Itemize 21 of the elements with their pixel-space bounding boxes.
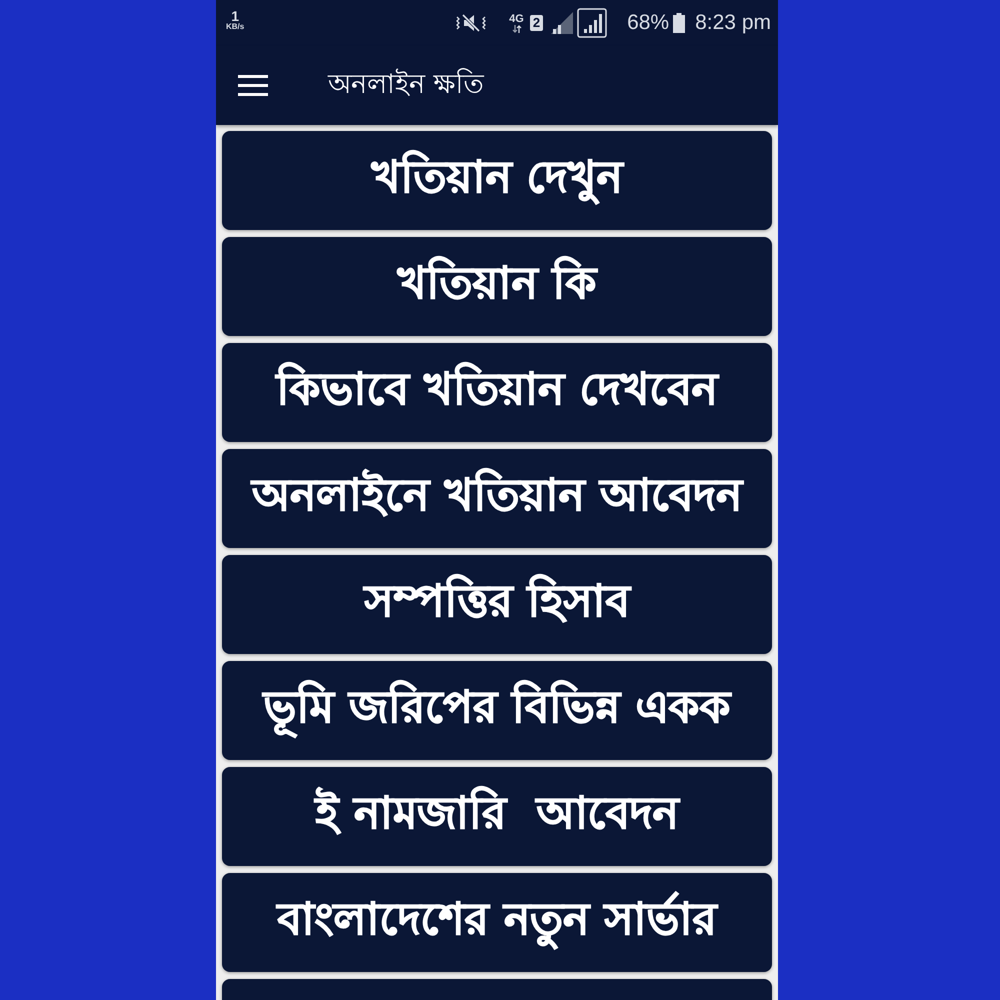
battery-icon bbox=[673, 13, 686, 33]
menu-item-button[interactable]: ই নামজারি আবেদন bbox=[222, 767, 772, 866]
menu-item-button[interactable]: কিভাবে খতিয়ান দেখবেন bbox=[222, 343, 772, 442]
menu-item-button[interactable]: ভূমি জরিপের বিভিন্ন একক bbox=[222, 661, 772, 760]
signal-icon bbox=[551, 12, 574, 34]
signal-icon bbox=[577, 8, 608, 38]
clock-time: 8:23 pm bbox=[695, 11, 771, 35]
data-arrows-icon bbox=[512, 24, 522, 32]
mute-vibrate-icon bbox=[455, 13, 488, 33]
menu-item-button[interactable]: খতিয়ান কি bbox=[222, 237, 772, 336]
menu-item-button[interactable]: অনলাইনে খতিয়ান আবেদন bbox=[222, 449, 772, 548]
data-rate-unit: KB/s bbox=[226, 23, 244, 31]
sim-badge: 2 bbox=[530, 14, 544, 32]
network-type: 4G bbox=[509, 14, 524, 24]
menu-item-button[interactable]: বাংলাদেশের নতুন সার্ভার bbox=[222, 873, 772, 972]
menu-item-button[interactable]: খতিয়ান দেখুন bbox=[222, 131, 772, 230]
battery-percent: 68% bbox=[627, 11, 670, 35]
data-rate-value: 1 bbox=[231, 9, 240, 23]
menu-item-button[interactable]: সম্পত্তির হিসাব bbox=[222, 555, 772, 654]
app-title: অনলাইন ক্ষতি bbox=[328, 67, 484, 102]
menu-icon[interactable] bbox=[238, 74, 268, 96]
